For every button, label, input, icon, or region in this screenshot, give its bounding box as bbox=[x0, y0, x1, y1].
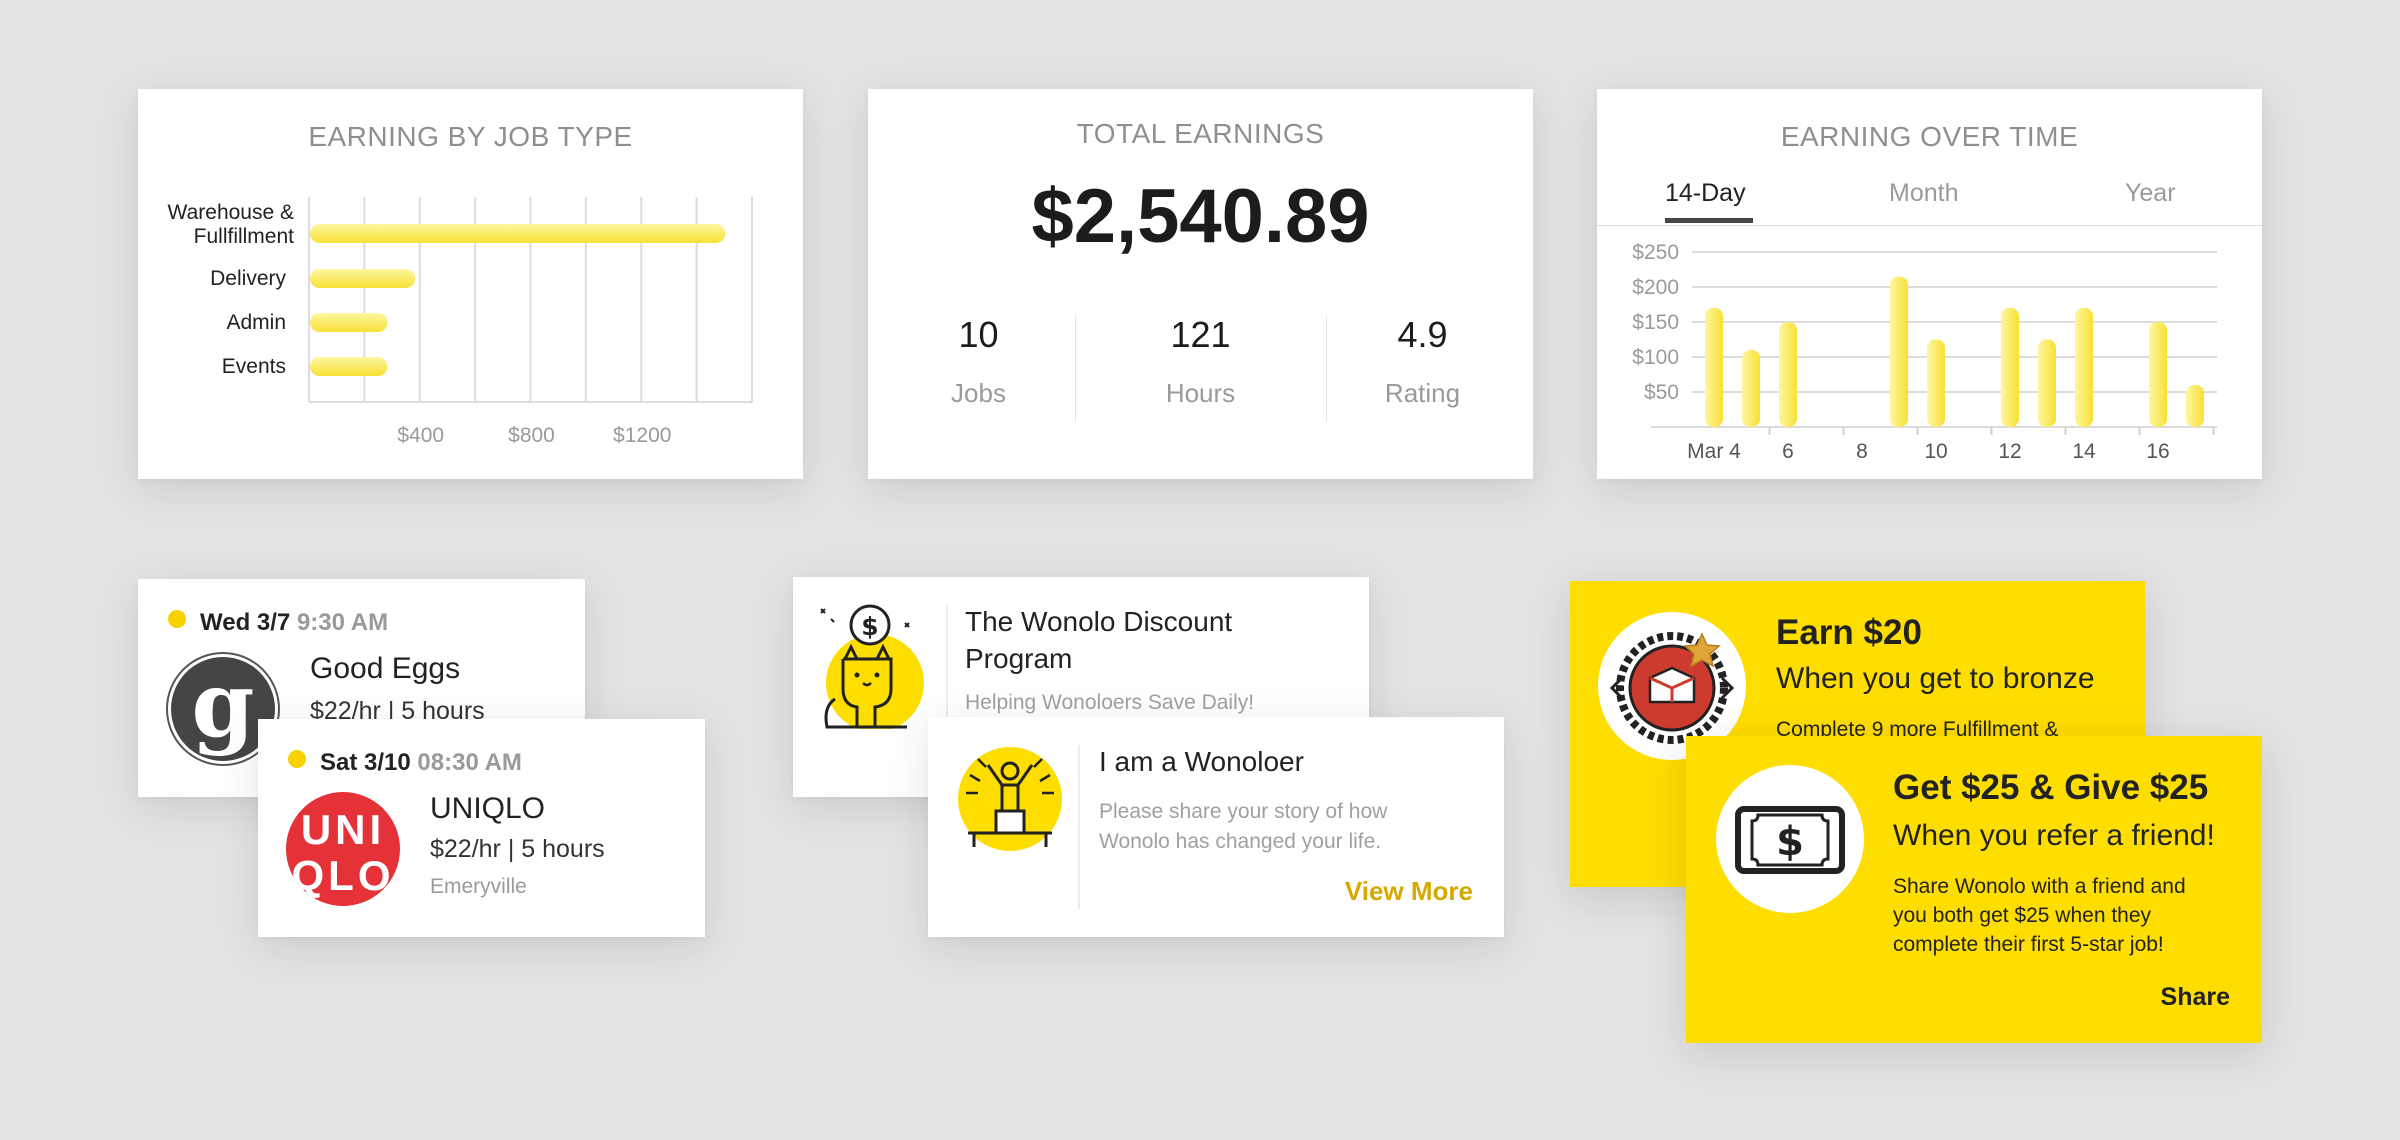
stat-rating: 4.9 Rating bbox=[1312, 314, 1533, 409]
svg-text:$: $ bbox=[861, 612, 878, 641]
category-label: Events bbox=[222, 355, 286, 378]
job-card-uniqlo[interactable]: Sat 3/10 08:30 AM UNI QLO UNIQLO $22/hr … bbox=[258, 719, 705, 937]
x-tick-label: 16 bbox=[2146, 440, 2169, 463]
x-tick-label: $400 bbox=[397, 424, 444, 447]
x-tick-label: 6 bbox=[1782, 440, 1794, 463]
stat-label: Rating bbox=[1384, 378, 1461, 408]
job-date: Wed 3/7 9:30 AM bbox=[168, 609, 388, 637]
earning-over-time-card: EARNING OVER TIME 14-Day Month Year $250… bbox=[1597, 89, 2262, 479]
job-type-chart: $400 $800 $1200 Warehouse &Fullfillment Deli… bbox=[168, 197, 753, 447]
x-tick-label: 12 bbox=[1998, 440, 2021, 463]
promo-headline: Earn $20 bbox=[1776, 613, 1922, 652]
x-tick-label: Mar 4 bbox=[1687, 440, 1741, 463]
bar bbox=[310, 313, 388, 332]
x-tick-label: 8 bbox=[1856, 440, 1868, 463]
person-podium-icon bbox=[958, 745, 1062, 865]
program-subtitle: Please share your story of how Wonolo ha… bbox=[1099, 800, 1388, 853]
y-tick-label: $50 bbox=[1644, 381, 1679, 404]
total-earnings-card: TOTAL EARNINGS $2,540.89 10 Jobs 121 Hou… bbox=[868, 89, 1533, 479]
program-title: The Wonolo Discount Program bbox=[965, 606, 1233, 674]
job-location: Emeryville bbox=[430, 875, 527, 898]
referral-promo-card[interactable]: $ Get $25 & Give $25 When you refer a fr… bbox=[1686, 736, 2262, 1043]
job-employer: Good Eggs bbox=[310, 652, 461, 685]
x-tick-label: 14 bbox=[2072, 440, 2096, 463]
category-label: Fullfillment bbox=[194, 225, 295, 248]
promo-subhead: When you get to bronze bbox=[1776, 662, 2095, 695]
bar bbox=[1927, 339, 1945, 427]
bar bbox=[1779, 322, 1797, 427]
promo-text: Share Wonolo with a friend and you both … bbox=[1893, 875, 2186, 956]
share-button[interactable]: Share bbox=[2161, 983, 2230, 1012]
status-dot bbox=[168, 610, 186, 628]
bar bbox=[1742, 350, 1760, 427]
bar bbox=[310, 357, 388, 376]
time-chart: $250 $200 $150 $100 $50 Mar 4 6 8 10 12 14 16 bbox=[1632, 241, 2217, 463]
dollar-bill-icon: $ bbox=[1716, 765, 1864, 913]
bar bbox=[2186, 385, 2204, 427]
y-tick-label: $150 bbox=[1632, 311, 1679, 334]
svg-text:QLO: QLO bbox=[292, 852, 395, 899]
earning-by-job-type-card: EARNING BY JOB TYPE $400 $800 $1200 Warehou… bbox=[138, 89, 803, 479]
stat-jobs: 10 Jobs bbox=[868, 314, 1089, 409]
bar bbox=[310, 269, 416, 288]
logo-letter: g bbox=[192, 654, 255, 758]
program-title: I am a Wonoloer bbox=[1099, 746, 1304, 777]
status-dot bbox=[288, 750, 306, 768]
stat-value: 10 bbox=[958, 314, 999, 355]
y-tick-label: $250 bbox=[1632, 241, 1679, 264]
bar bbox=[2038, 339, 2056, 427]
job-date: Sat 3/10 08:30 AM bbox=[288, 749, 522, 777]
program-subtitle: Helping Wonoloers Save Daily! bbox=[965, 691, 1255, 714]
total-amount: $2,540.89 bbox=[1031, 174, 1370, 259]
x-tick-label: $800 bbox=[508, 424, 555, 447]
divider bbox=[1075, 316, 1076, 422]
y-tick-label: $100 bbox=[1632, 346, 1679, 369]
stat-value: 4.9 bbox=[1397, 314, 1448, 355]
stat-hours: 121 Hours bbox=[1090, 314, 1311, 409]
job-time: 9:30 AM bbox=[296, 609, 389, 636]
bar bbox=[310, 224, 726, 243]
bar bbox=[1890, 276, 1908, 427]
divider bbox=[1078, 745, 1080, 909]
bar bbox=[1705, 308, 1723, 427]
promo-headline: Get $25 & Give $25 bbox=[1893, 768, 2209, 807]
bar bbox=[2075, 308, 2093, 427]
job-time: 08:30 AM bbox=[417, 749, 522, 776]
x-tick-label: $1200 bbox=[613, 424, 671, 447]
view-more-link[interactable]: View More bbox=[1345, 876, 1473, 907]
bar bbox=[2001, 308, 2019, 427]
stat-label: Jobs bbox=[951, 378, 1006, 408]
category-label: Admin bbox=[226, 311, 286, 334]
card-title: TOTAL EARNINGS bbox=[1076, 118, 1325, 149]
wonoloer-story-card[interactable]: I am a Wonoloer Please share your story … bbox=[928, 717, 1504, 937]
job-employer: UNIQLO bbox=[430, 792, 546, 825]
stat-label: Hours bbox=[1165, 378, 1236, 408]
bar bbox=[2149, 322, 2167, 427]
promo-subhead: When you refer a friend! bbox=[1893, 819, 2215, 852]
stat-value: 121 bbox=[1170, 314, 1231, 355]
y-tick-label: $200 bbox=[1632, 276, 1679, 299]
cat-coin-icon: $ bbox=[815, 599, 925, 732]
uniqlo-logo: UNI QLO bbox=[286, 792, 400, 906]
x-tick-label: 10 bbox=[1924, 440, 1947, 463]
category-label: Warehouse & bbox=[168, 201, 294, 224]
svg-text:$: $ bbox=[1776, 819, 1804, 865]
svg-text:UNI: UNI bbox=[301, 806, 385, 853]
category-label: Delivery bbox=[210, 267, 286, 290]
job-pay: $22/hr | 5 hours bbox=[430, 835, 605, 863]
